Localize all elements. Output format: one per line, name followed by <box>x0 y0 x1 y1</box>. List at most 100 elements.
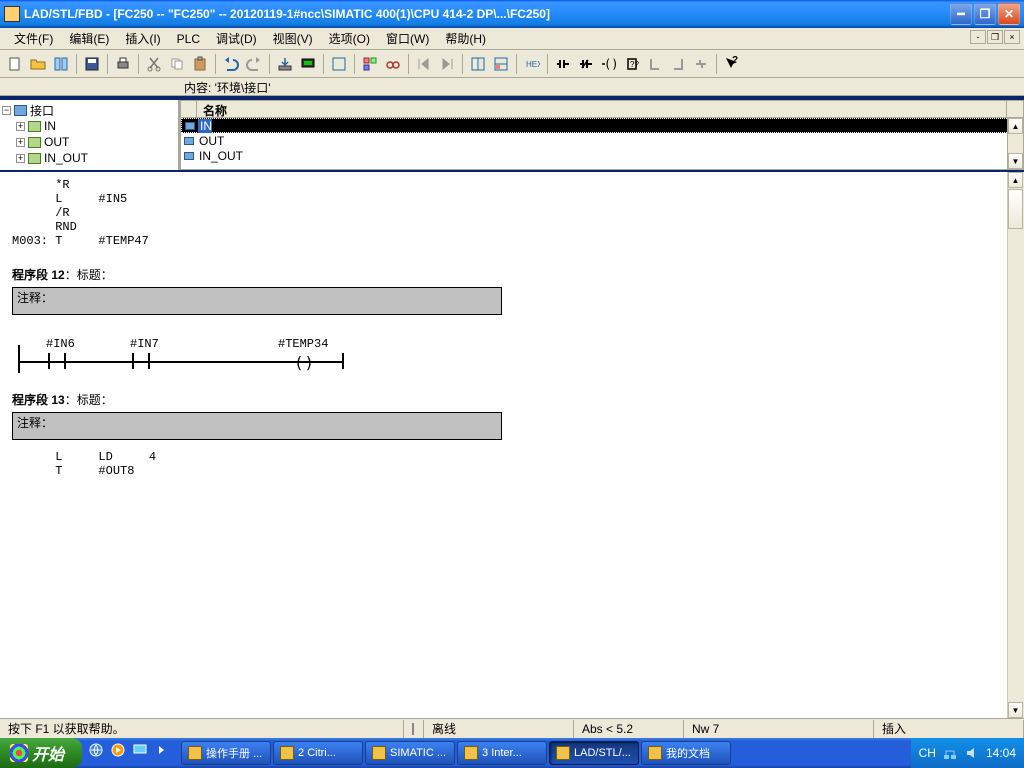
box-button[interactable]: ?? <box>621 53 643 75</box>
menu-file[interactable]: 文件(F) <box>6 28 61 49</box>
ql-media-icon[interactable] <box>110 742 130 764</box>
network-12-ladder[interactable]: #IN6 #IN7 #TEMP34 <box>12 333 352 373</box>
taskbar-task[interactable]: 操作手册 ... <box>181 741 271 765</box>
grid-header-name[interactable]: 名称 <box>197 101 1007 117</box>
save-button[interactable] <box>81 53 103 75</box>
titlebar[interactable]: LAD/STL/FBD - [FC250 -- "FC250" -- 20120… <box>0 0 1024 28</box>
grid-row-out[interactable]: OUT <box>181 133 1023 148</box>
stl-line[interactable]: L LD 4 <box>12 450 995 464</box>
taskbar-task[interactable]: LAD/STL/... <box>549 741 639 765</box>
stl-line[interactable]: T #OUT8 <box>12 464 995 478</box>
stl-line[interactable]: RND <box>12 220 995 234</box>
tree-inout[interactable]: +IN_OUT <box>2 150 176 166</box>
undo-button[interactable] <box>220 53 242 75</box>
goto-end-button[interactable] <box>436 53 458 75</box>
ql-ie-icon[interactable] <box>88 742 108 764</box>
clock[interactable]: 14:04 <box>986 746 1016 760</box>
content-label-strip: 内容: '环境\接口' <box>0 78 1024 96</box>
contact-label: #IN6 <box>46 337 75 351</box>
code-editor[interactable]: *R L #IN5 /R RND M003: T #TEMP47 程序段 12：… <box>0 170 1024 718</box>
task-icon <box>372 746 386 760</box>
status-nw: Nw 7 <box>684 720 874 738</box>
grid-scrollbar[interactable]: ▲ ▼ <box>1007 118 1023 169</box>
paste-button[interactable] <box>189 53 211 75</box>
branch-close-button[interactable] <box>667 53 689 75</box>
menu-insert[interactable]: 插入(I) <box>117 28 168 49</box>
task-icon <box>464 746 478 760</box>
coil-button[interactable]: () <box>598 53 620 75</box>
grid-body[interactable]: IN OUT IN_OUT ▲ ▼ <box>180 118 1024 170</box>
network-12-comment[interactable]: 注释： <box>12 287 502 315</box>
print-button[interactable] <box>112 53 134 75</box>
interface-tree-pane[interactable]: −接口 +IN +OUT +IN_OUT <box>0 100 180 170</box>
svg-text:??: ?? <box>630 60 639 69</box>
ref-button[interactable] <box>328 53 350 75</box>
redo-button[interactable] <box>243 53 265 75</box>
cut-button[interactable] <box>143 53 165 75</box>
editor-scrollbar[interactable]: ▲ ▼ <box>1007 172 1024 718</box>
menubar: 文件(F) 编辑(E) 插入(I) PLC 调试(D) 视图(V) 选项(O) … <box>0 28 1024 50</box>
stl-line[interactable]: L #IN5 <box>12 192 995 206</box>
quick-launch <box>82 742 180 764</box>
taskbar-task[interactable]: 3 Inter... <box>457 741 547 765</box>
status-help: 按下 F1 以获取帮助。 <box>0 720 404 738</box>
overview-button[interactable] <box>359 53 381 75</box>
minimize-button[interactable]: ━ <box>950 3 972 25</box>
grid-row-inout[interactable]: IN_OUT <box>181 148 1023 163</box>
window-split-button[interactable] <box>467 53 489 75</box>
network-12-header[interactable]: 程序段 12：标题： <box>12 266 995 283</box>
stl-line[interactable]: M003: T #TEMP47 <box>12 234 995 248</box>
symbol-button[interactable]: HEX <box>521 53 543 75</box>
ql-more-icon[interactable] <box>154 742 174 764</box>
branch-open-button[interactable] <box>644 53 666 75</box>
stl-line[interactable]: *R <box>12 178 995 192</box>
language-indicator[interactable]: CH <box>919 746 936 760</box>
context-help-button[interactable]: ? <box>721 53 743 75</box>
grid-row-in[interactable]: IN <box>181 118 1023 133</box>
network-13-header[interactable]: 程序段 13：标题： <box>12 391 995 408</box>
ql-desktop-icon[interactable] <box>132 742 152 764</box>
catalog-button[interactable] <box>50 53 72 75</box>
close-button[interactable]: ✕ <box>998 3 1020 25</box>
connection-button[interactable] <box>690 53 712 75</box>
system-tray[interactable]: CH 14:04 <box>911 738 1024 768</box>
content-label: 内容: '环境\接口' <box>184 79 271 94</box>
taskbar-task[interactable]: 2 Citri... <box>273 741 363 765</box>
taskbar-task[interactable]: 我的文档 <box>641 741 731 765</box>
mdi-minimize[interactable]: - <box>970 30 986 44</box>
stl-line[interactable]: /R <box>12 206 995 220</box>
tree-in[interactable]: +IN <box>2 118 176 134</box>
network-13-comment[interactable]: 注释： <box>12 412 502 440</box>
glasses-icon[interactable] <box>382 53 404 75</box>
mdi-close[interactable]: × <box>1004 30 1020 44</box>
menu-options[interactable]: 选项(O) <box>321 28 378 49</box>
menu-debug[interactable]: 调试(D) <box>208 28 265 49</box>
svg-text:HEX: HEX <box>526 60 540 69</box>
taskbar-task[interactable]: SIMATIC ... <box>365 741 455 765</box>
monitor-button[interactable] <box>297 53 319 75</box>
menu-plc[interactable]: PLC <box>169 30 208 48</box>
copy-button[interactable] <box>166 53 188 75</box>
download-button[interactable] <box>274 53 296 75</box>
status-pos: Abs < 5.2 <box>574 720 684 738</box>
maximize-button[interactable]: ❐ <box>974 3 996 25</box>
menu-window[interactable]: 窗口(W) <box>378 28 437 49</box>
menu-help[interactable]: 帮助(H) <box>437 28 494 49</box>
menu-edit[interactable]: 编辑(E) <box>61 28 117 49</box>
tray-volume-icon[interactable] <box>964 745 980 761</box>
mdi-restore[interactable]: ❐ <box>987 30 1003 44</box>
new-button[interactable] <box>4 53 26 75</box>
nc-contact-button[interactable] <box>575 53 597 75</box>
tree-out[interactable]: +OUT <box>2 134 176 150</box>
tree-root[interactable]: −接口 <box>2 102 176 118</box>
tray-network-icon[interactable] <box>942 745 958 761</box>
open-button[interactable] <box>27 53 49 75</box>
no-contact-button[interactable] <box>552 53 574 75</box>
interface-grid-pane: 名称 IN OUT IN_OUT ▲ ▼ <box>180 100 1024 170</box>
menu-view[interactable]: 视图(V) <box>265 28 321 49</box>
detail-view-button[interactable] <box>490 53 512 75</box>
start-button[interactable]: 开始 <box>0 738 82 768</box>
app-window: LAD/STL/FBD - [FC250 -- "FC250" -- 20120… <box>0 0 1024 768</box>
goto-start-button[interactable] <box>413 53 435 75</box>
taskbar: 开始 操作手册 ...2 Citri...SIMATIC ...3 Inter.… <box>0 738 1024 768</box>
